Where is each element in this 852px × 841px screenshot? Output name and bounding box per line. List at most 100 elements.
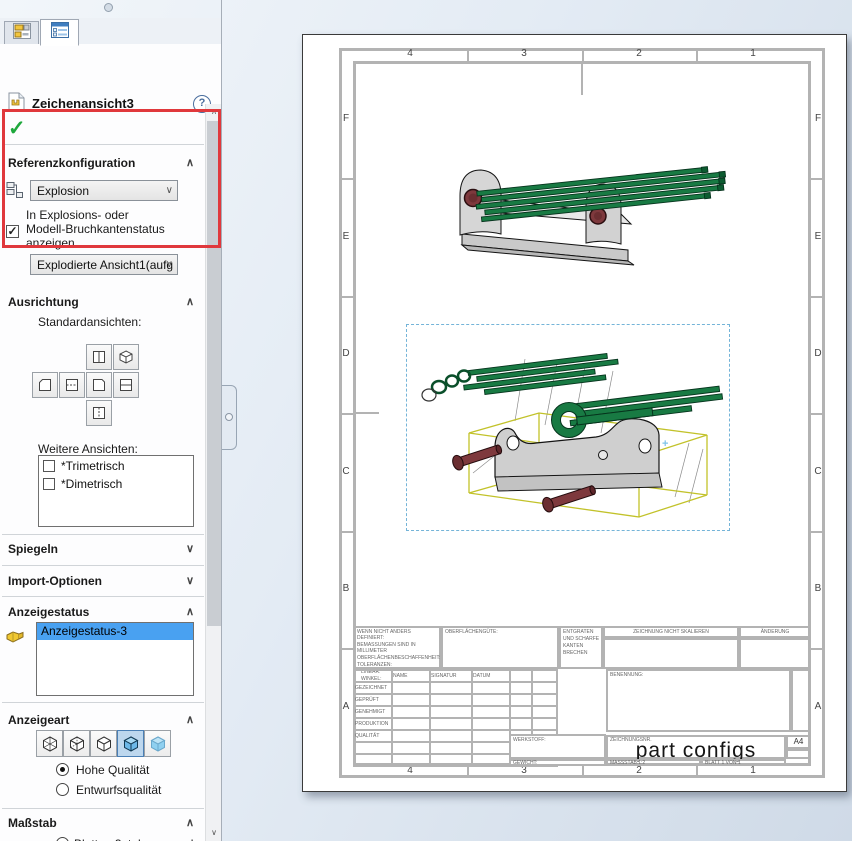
chevron-up-icon[interactable]: ∧ bbox=[186, 713, 194, 726]
high-quality-label: Hohe Qualität bbox=[76, 763, 149, 777]
chevron-up-icon[interactable]: ∧ bbox=[186, 816, 194, 829]
zone-tick bbox=[696, 765, 698, 778]
panel-scrollbar[interactable]: ∧ ∨ bbox=[205, 104, 222, 841]
divider bbox=[2, 565, 204, 566]
panel-splitter-handle[interactable] bbox=[222, 385, 237, 450]
view-origin-marker-icon: + bbox=[662, 438, 668, 450]
chevron-down-icon[interactable]: ∨ bbox=[186, 574, 194, 587]
view-button-bottom[interactable] bbox=[113, 372, 139, 398]
row-label-geprueft: GEPRÜFT bbox=[354, 694, 392, 706]
tolerance-line: WENN NICHT ANDERS DEFINIERT: bbox=[355, 628, 439, 641]
list-item-trimetrisch[interactable]: *Trimetrisch bbox=[39, 459, 193, 475]
feature-manager-tab[interactable] bbox=[4, 21, 39, 45]
deburr-line: KANTEN bbox=[561, 642, 601, 649]
weight-label: GEWICHT: bbox=[511, 761, 604, 765]
section-header-anzeigeart[interactable]: Anzeigeart bbox=[8, 713, 69, 727]
section-header-import-optionen[interactable]: Import-Optionen bbox=[8, 574, 102, 588]
view-button-left[interactable] bbox=[32, 372, 58, 398]
exploded-view-drawing[interactable]: + bbox=[406, 324, 730, 531]
display-style-hidden-visible-button[interactable] bbox=[63, 730, 90, 757]
view-button-top[interactable] bbox=[59, 372, 85, 398]
explosion-state-checkbox[interactable]: ✓ bbox=[6, 225, 19, 238]
zone-row-label: E bbox=[811, 231, 825, 242]
revision-box: ÄNDERUNG bbox=[739, 626, 811, 638]
checkbox-label-line3: anzeigen bbox=[26, 236, 75, 250]
checkbox-label-line1: In Explosions- oder bbox=[26, 208, 129, 222]
center-mark-tick bbox=[581, 61, 583, 95]
chevron-down-icon[interactable]: ∨ bbox=[186, 542, 194, 555]
list-item-label: *Trimetrisch bbox=[61, 459, 125, 473]
zone-col-label: 1 bbox=[696, 48, 810, 59]
list-item-dimetrisch[interactable]: *Dimetrisch bbox=[39, 477, 193, 493]
zone-tick bbox=[811, 648, 825, 650]
checkbox-check-icon: ✓ bbox=[7, 224, 17, 238]
col-header-signatur: SIGNATUR bbox=[430, 670, 472, 682]
zone-tick bbox=[811, 296, 825, 298]
surface-finish-label: OBERFLÄCHENGÜTE: bbox=[443, 628, 557, 635]
dimetrisch-checkbox[interactable] bbox=[43, 478, 55, 490]
sheet-scale-label: Blattmaßstab verwenden bbox=[74, 837, 207, 841]
section-header-ausrichtung[interactable]: Ausrichtung bbox=[8, 295, 79, 309]
row-label-genehmigt: GENEHMIGT bbox=[354, 706, 392, 718]
scroll-up-button[interactable]: ∧ bbox=[206, 104, 222, 120]
view-button-front[interactable] bbox=[86, 344, 112, 370]
panel-grip-dot[interactable] bbox=[104, 3, 113, 12]
tolerance-note-box: WENN NICHT ANDERS DEFINIERT: BEMASSUNGEN… bbox=[353, 626, 441, 669]
draft-quality-radio[interactable] bbox=[56, 783, 69, 796]
view-button-current[interactable] bbox=[86, 372, 112, 398]
configuration-dropdown[interactable]: Explosion ∨ bbox=[30, 180, 178, 201]
display-style-hidden-removed-button[interactable] bbox=[90, 730, 117, 757]
property-manager-tab[interactable] bbox=[40, 19, 79, 46]
paper-size-box: A4 bbox=[786, 735, 811, 749]
high-quality-radio[interactable] bbox=[56, 763, 69, 776]
view-button-right[interactable] bbox=[86, 400, 112, 426]
zone-col-label: 3 bbox=[467, 48, 581, 59]
assembled-view-drawing[interactable] bbox=[426, 134, 736, 269]
chevron-up-icon[interactable]: ∧ bbox=[186, 156, 194, 169]
deburr-line: ENTGRATEN bbox=[561, 628, 601, 635]
exploded-view-dropdown-value: Explodierte Ansicht1(aufg bbox=[37, 258, 173, 272]
zone-row-label: B bbox=[811, 583, 825, 594]
zone-row-label: D bbox=[339, 348, 353, 359]
drawing-sheet[interactable]: 4 3 2 1 4 3 2 1 F E D C B A F E D C B A bbox=[302, 34, 847, 792]
display-style-wireframe-button[interactable] bbox=[36, 730, 63, 757]
sheet-scale-radio[interactable] bbox=[56, 837, 69, 841]
display-state-listbox[interactable]: Anzeigestatus-3 bbox=[36, 622, 194, 696]
section-header-referenzkonfiguration[interactable]: Referenzkonfiguration bbox=[8, 156, 135, 170]
revision-empty-box bbox=[739, 638, 811, 669]
do-not-scale-box: ZEICHNUNG NICHT SKALIEREN bbox=[603, 626, 739, 638]
paper-size-label: A4 bbox=[788, 737, 809, 747]
display-style-shaded-edges-button[interactable] bbox=[117, 730, 144, 757]
zone-tick bbox=[811, 531, 825, 533]
section-header-spiegeln[interactable]: Spiegeln bbox=[8, 542, 58, 556]
zone-tick bbox=[582, 48, 584, 61]
scroll-down-button[interactable]: ∨ bbox=[206, 825, 222, 841]
zone-tick bbox=[696, 48, 698, 61]
revision-label: ÄNDERUNG bbox=[741, 628, 809, 635]
zone-row-label: F bbox=[811, 113, 825, 124]
deburr-note-box: ENTGRATEN UND SCHARFE KANTEN BRECHEN bbox=[559, 626, 603, 669]
chevron-up-icon[interactable]: ∧ bbox=[186, 295, 194, 308]
trimetrisch-checkbox[interactable] bbox=[43, 460, 55, 472]
section-header-anzeigestatus[interactable]: Anzeigestatus bbox=[8, 605, 89, 619]
configuration-tree-icon bbox=[6, 181, 24, 204]
tolerance-line: OBERFLÄCHENBESCHAFFENHEIT: bbox=[355, 654, 439, 661]
zone-row-label: C bbox=[811, 466, 825, 477]
scrollbar-thumb[interactable] bbox=[207, 121, 221, 626]
zone-row-label: A bbox=[339, 701, 353, 712]
exploded-view-dropdown[interactable]: Explodierte Ansicht1(aufg ∨ bbox=[30, 254, 178, 275]
more-views-listbox[interactable]: *Trimetrisch *Dimetrisch bbox=[38, 455, 194, 527]
chevron-up-icon[interactable]: ∧ bbox=[186, 605, 194, 618]
ok-check-icon[interactable]: ✓ bbox=[8, 116, 26, 141]
display-style-shaded-button[interactable] bbox=[144, 730, 171, 757]
page-title: Zeichenansicht3 bbox=[32, 96, 134, 111]
display-state-icon bbox=[5, 627, 25, 650]
divider bbox=[2, 702, 204, 703]
scale-label: MASSSTAB:1:2 bbox=[608, 761, 699, 765]
scale-box: MASSSTAB:1:2 bbox=[606, 759, 701, 766]
view-button-isometric[interactable] bbox=[113, 344, 139, 370]
display-state-selected-item[interactable]: Anzeigestatus-3 bbox=[37, 623, 193, 640]
drawing-view-icon bbox=[8, 92, 25, 117]
zone-row-label: B bbox=[339, 583, 353, 594]
section-header-massstab[interactable]: Maßstab bbox=[8, 816, 57, 830]
